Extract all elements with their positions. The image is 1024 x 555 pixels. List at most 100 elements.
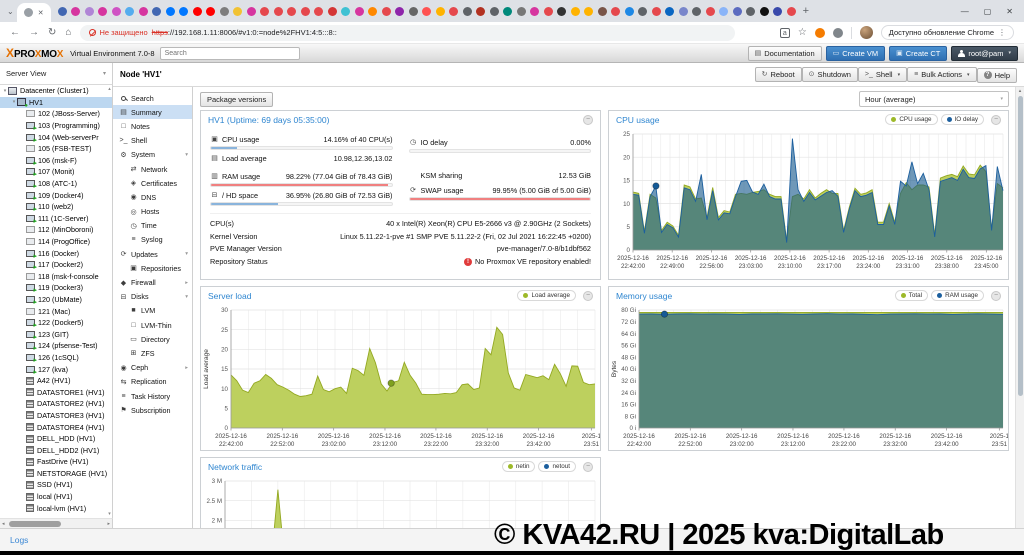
tree-item[interactable]: 117 (Docker2) [0, 259, 112, 271]
pinned-tab[interactable] [274, 7, 283, 16]
nav-item-system[interactable]: ⚙System▾ [113, 148, 192, 162]
pinned-tab[interactable] [139, 7, 148, 16]
new-tab-button[interactable]: + [803, 5, 809, 17]
nav-item-dns[interactable]: ◉DNS [113, 190, 192, 204]
nav-item-hosts[interactable]: ◎Hosts [113, 205, 192, 219]
tree-item[interactable]: 112 (MinOboroni) [0, 224, 112, 236]
pinned-tab[interactable] [544, 7, 553, 16]
nav-item-time[interactable]: ◷Time [113, 219, 192, 233]
close-icon[interactable]: ✕ [1006, 7, 1013, 16]
pinned-tab[interactable] [355, 7, 364, 16]
nav-item-ceph[interactable]: ◉Ceph▸ [113, 361, 192, 375]
pinned-tab[interactable] [692, 7, 701, 16]
tree-item[interactable]: 121 (Mac) [0, 305, 112, 317]
content-scrollbar[interactable]: ▴ [1015, 87, 1024, 528]
nav-item-directory[interactable]: ▭Directory [113, 332, 192, 346]
tree-item[interactable]: NETSTORAGE (HV1) [0, 468, 112, 480]
nav-item-certificates[interactable]: ◈Certificates [113, 176, 192, 190]
pinned-tab[interactable] [409, 7, 418, 16]
nav-item-network[interactable]: ⇄Network [113, 162, 192, 176]
extensions-menu-icon[interactable] [833, 28, 843, 38]
help-button[interactable]: ?Help [977, 68, 1017, 83]
maximize-icon[interactable]: ▢ [984, 7, 992, 16]
pinned-tab[interactable] [85, 7, 94, 16]
shutdown-button[interactable]: ⊙Shutdown [802, 67, 858, 82]
pinned-tab[interactable] [436, 7, 445, 16]
tree-item[interactable]: DATASTORE2 (HV1) [0, 398, 112, 410]
tab-close-icon[interactable]: ✕ [38, 9, 44, 17]
nav-item-notes[interactable]: □Notes [113, 119, 192, 133]
pinned-tab[interactable] [638, 7, 647, 16]
create-vm-button[interactable]: ▭Create VM [826, 46, 885, 61]
nav-item-firewall[interactable]: ◆Firewall▸ [113, 275, 192, 289]
legend-item[interactable]: netout [538, 461, 576, 472]
tree-item[interactable]: 119 (Docker3) [0, 282, 112, 294]
nav-item-subscription[interactable]: ⚑Subscription [113, 403, 192, 417]
omnibox[interactable]: Не защищено https://192.168.1.11:8006/#v… [80, 25, 735, 41]
legend-item[interactable]: Total [895, 290, 928, 301]
nav-item-lvm[interactable]: ■LVM [113, 304, 192, 318]
pve-search-input[interactable] [160, 47, 300, 60]
nav-item-shell[interactable]: >_Shell [113, 134, 192, 148]
nav-item-search[interactable]: Search [113, 91, 192, 105]
extension-icon[interactable] [815, 28, 825, 38]
pinned-tab[interactable] [746, 7, 755, 16]
pinned-tab[interactable] [152, 7, 161, 16]
scrollbar-thumb[interactable] [1018, 96, 1023, 396]
documentation-button[interactable]: ▤Documentation [748, 46, 822, 61]
tab-search-chevron-icon[interactable]: ⌄ [7, 7, 14, 16]
tree-item[interactable]: A42 (HV1) [0, 375, 112, 387]
tree-item[interactable]: 103 (Programming) [0, 120, 112, 132]
tree-horizontal-scrollbar[interactable]: ◂▸ [0, 518, 113, 528]
tree-item[interactable]: 123 (GIT) [0, 328, 112, 340]
tree-item[interactable]: 106 (msk-F) [0, 155, 112, 167]
tree-item[interactable]: DATASTORE1 (HV1) [0, 386, 112, 398]
collapse-icon[interactable]: − [991, 115, 1001, 125]
chrome-update-pill[interactable]: Доступно обновление Chrome⋮ [881, 25, 1014, 40]
tree-item[interactable]: SSD (HV1) [0, 479, 112, 491]
nav-item-zfs[interactable]: ⊞ZFS [113, 346, 192, 360]
bookmark-star-icon[interactable]: ☆ [798, 27, 807, 38]
bulk-actions-button[interactable]: ≡Bulk Actions▾ [907, 67, 976, 82]
tree-item[interactable]: 122 (Docker5) [0, 317, 112, 329]
pinned-tab[interactable] [625, 7, 634, 16]
nav-item-syslog[interactable]: ≡Syslog [113, 233, 192, 247]
tree-item[interactable]: 127 (kva) [0, 363, 112, 375]
insecure-badge[interactable]: Не защищено [89, 28, 147, 37]
pinned-tab[interactable] [476, 7, 485, 16]
pinned-tab[interactable] [787, 7, 796, 16]
profile-avatar[interactable] [860, 26, 873, 39]
nav-item-replication[interactable]: ⇆Replication [113, 375, 192, 389]
server-view-selector[interactable]: Server View▾ [0, 63, 113, 85]
tree-item[interactable]: ▾Datacenter (Cluster1) [0, 85, 112, 97]
pinned-tab[interactable] [611, 7, 620, 16]
collapse-icon[interactable]: − [991, 291, 1001, 301]
tree-item[interactable]: local-lvm (HV1) [0, 502, 112, 514]
tree-item[interactable]: DELL_HDD2 (HV1) [0, 444, 112, 456]
create-ct-button[interactable]: ▣Create CT [889, 46, 947, 61]
reboot-button[interactable]: ↻Reboot [755, 67, 802, 82]
pinned-tab[interactable] [490, 7, 499, 16]
pinned-tab[interactable] [301, 7, 310, 16]
forward-icon[interactable]: → [29, 27, 39, 38]
pinned-tab[interactable] [719, 7, 728, 16]
tree-item[interactable]: DATASTORE4 (HV1) [0, 421, 112, 433]
logs-label[interactable]: Logs [10, 535, 28, 545]
pinned-tab[interactable] [679, 7, 688, 16]
pinned-tab[interactable] [530, 7, 539, 16]
pinned-tab[interactable] [382, 7, 391, 16]
pinned-tab[interactable] [341, 7, 350, 16]
legend-item[interactable]: RAM usage [931, 290, 984, 301]
tree-item[interactable]: 104 (Web-serverPr [0, 131, 112, 143]
pinned-tab[interactable] [193, 7, 202, 16]
tree-item[interactable]: ▾HV1 [0, 97, 112, 109]
pinned-tab[interactable] [449, 7, 458, 16]
tree-item[interactable]: 114 (ProgOffice) [0, 236, 112, 248]
tree-item[interactable]: 110 (web2) [0, 201, 112, 213]
pinned-tab[interactable] [328, 7, 337, 16]
reload-icon[interactable]: ↻ [48, 27, 56, 38]
pinned-tab[interactable] [247, 7, 256, 16]
translate-icon[interactable]: a [780, 28, 790, 38]
pinned-tab[interactable] [557, 7, 566, 16]
user-menu-button[interactable]: root@pam▾ [951, 46, 1018, 61]
